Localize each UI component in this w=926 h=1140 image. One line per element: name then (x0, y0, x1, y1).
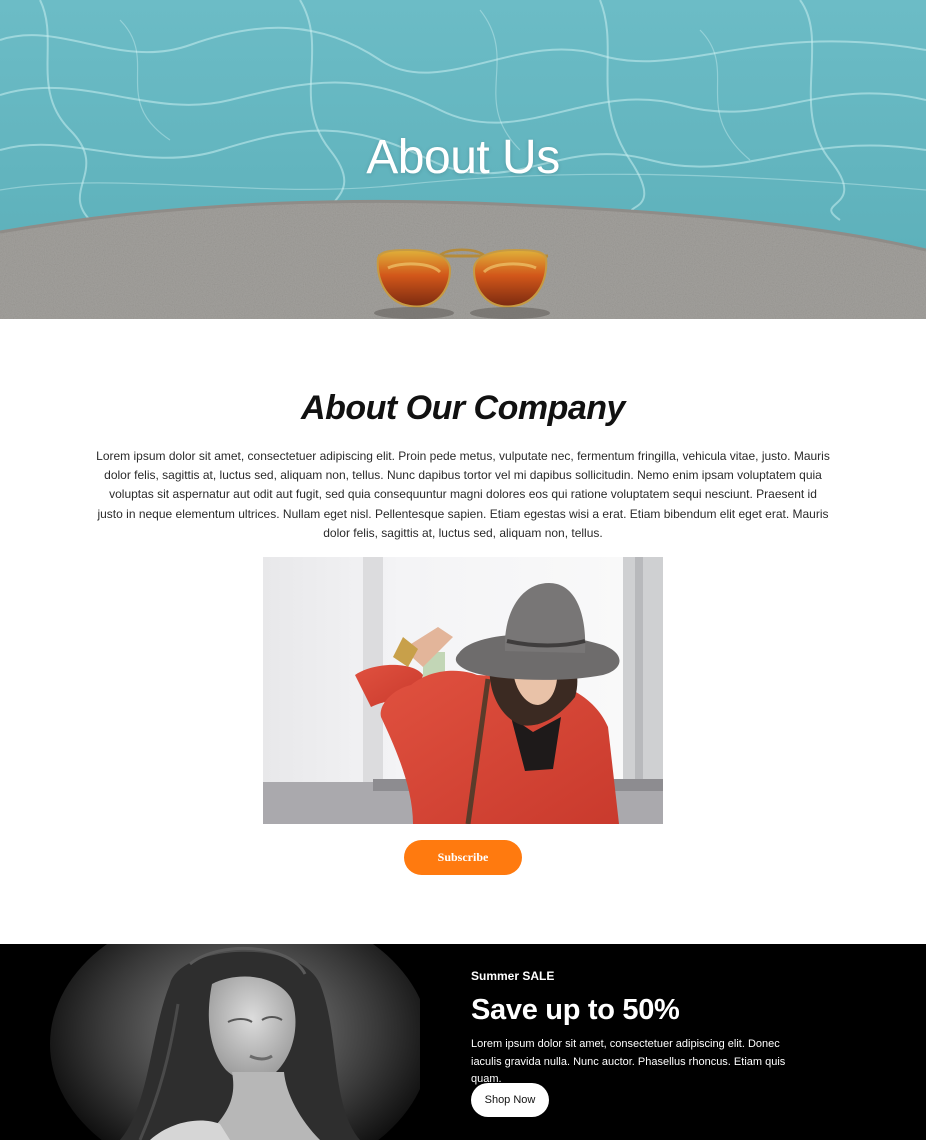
page-title: About Us (366, 131, 560, 184)
about-heading: About Our Company (301, 389, 625, 427)
woman-in-hat-photo (263, 557, 663, 824)
subscribe-button[interactable]: Subscribe (404, 840, 522, 875)
woman-portrait-photo (0, 944, 430, 1140)
sale-description: Lorem ipsum dolor sit amet, consectetuer… (471, 1038, 786, 1085)
shop-now-button[interactable]: Shop Now (471, 1083, 549, 1117)
hero-banner: About Us (0, 0, 926, 319)
sale-kicker: Summer SALE (471, 969, 555, 983)
sale-title: Save up to 50% (471, 994, 680, 1026)
about-section: About Our Company Lorem ipsum dolor sit … (0, 319, 926, 944)
about-paragraph: Lorem ipsum dolor sit amet, consectetuer… (96, 449, 830, 540)
summer-sale-banner: Summer SALE Save up to 50% Lorem ipsum d… (0, 944, 926, 1140)
